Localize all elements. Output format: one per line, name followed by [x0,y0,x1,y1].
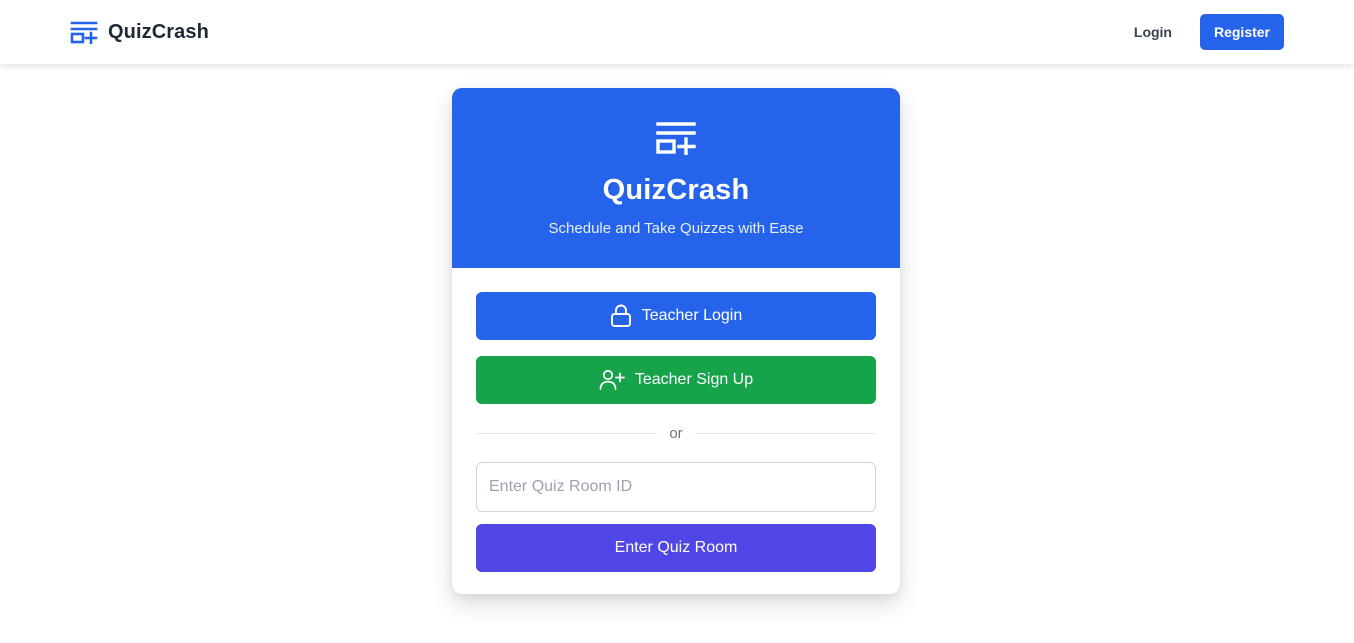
quiz-room-id-input[interactable] [476,462,876,512]
teacher-login-label: Teacher Login [641,307,743,324]
teacher-signup-button[interactable]: Teacher Sign Up [476,356,876,404]
user-plus-icon [599,369,625,391]
card-subtitle: Schedule and Take Quizzes with Ease [548,220,804,237]
teacher-login-button[interactable]: Teacher Login [476,292,876,340]
nav-register-button[interactable]: Register [1200,14,1284,50]
quiz-logo-icon [655,121,697,155]
divider-line [476,432,658,434]
nav-login-link[interactable]: Login [1134,24,1172,40]
or-divider: or [476,422,876,444]
brand-name: QuizCrash [108,20,209,43]
nav-actions: Login Register [1134,14,1284,50]
card-title: QuizCrash [602,174,750,206]
top-navbar: QuizCrash Login Register [0,0,1354,64]
enter-quiz-room-button[interactable]: Enter Quiz Room [476,524,876,572]
quiz-logo-icon [70,20,98,44]
lock-icon [610,304,632,328]
divider-text: or [669,424,683,442]
teacher-signup-label: Teacher Sign Up [634,371,754,388]
card-header: QuizCrash Schedule and Take Quizzes with… [452,88,900,268]
welcome-card: QuizCrash Schedule and Take Quizzes with… [452,88,900,594]
divider-line [694,432,876,434]
brand[interactable]: QuizCrash [70,20,209,44]
card-body: Teacher Login Teacher Sign Up or Enter Q… [452,268,900,572]
main-content: QuizCrash Schedule and Take Quizzes with… [0,64,1354,643]
